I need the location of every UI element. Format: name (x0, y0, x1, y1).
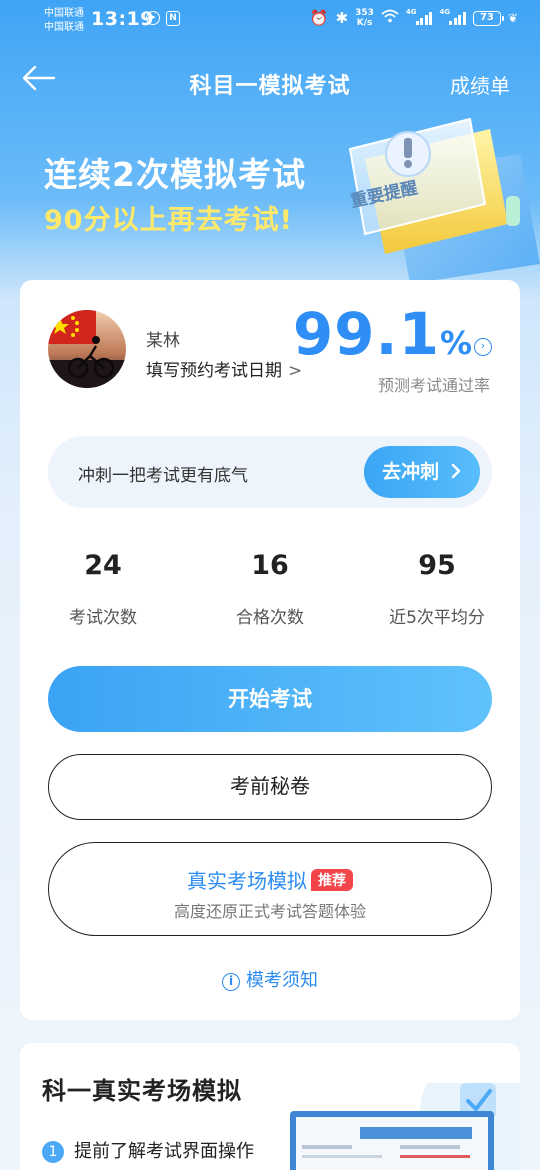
signal-1-icon: 4G (405, 8, 433, 25)
alarm-icon: ⏰ (309, 9, 329, 27)
stat-pass-count: 16 合格次数 (190, 550, 350, 628)
sprint-button[interactable]: 去冲刺 (364, 446, 480, 498)
avatar-image (48, 310, 126, 388)
stat-average-score: 95 近5次平均分 (357, 550, 517, 628)
status-time: 13:19 (91, 8, 154, 30)
status-left-icons: ▶ N (146, 11, 180, 26)
pass-rate-value: 99.1 (292, 300, 440, 368)
exam-date-link[interactable]: 填写预约考试日期 > (146, 356, 302, 381)
stat-label: 考试次数 (69, 608, 137, 628)
carrier-2: 中国联通 (44, 22, 84, 33)
user-name: 某林 (146, 331, 180, 351)
reminder-illustration: 重要提醒 (349, 117, 540, 284)
status-right-icons: ⏰ ✱ 353 K/s 4G 4G 73 ❦ (310, 8, 518, 28)
net-speed-value: 353 (355, 8, 374, 18)
pass-rate: 99.1% › (293, 302, 492, 366)
pass-rate-unit: % (439, 324, 472, 362)
pass-rate-detail-icon[interactable]: › (474, 338, 492, 356)
secret-paper-button[interactable]: 考前秘卷 (48, 754, 492, 820)
start-exam-button[interactable]: 开始考试 (48, 666, 492, 732)
carrier-labels: 中国联通 中国联通 (44, 7, 84, 35)
net-speed-unit: K/s (356, 18, 373, 28)
play-icon: ▶ (146, 11, 160, 25)
banner-headline: 连续2次模拟考试 (44, 155, 306, 194)
exam-summary-card: 某林 填写预约考试日期 > 99.1% › 预测考试通过率 冲刺一把考试更有底气 去… (20, 280, 520, 1020)
avatar[interactable] (48, 310, 126, 388)
sprint-text: 冲刺一把考试更有底气 (78, 466, 248, 486)
real-exam-intro-card: 科一真实考场模拟 1 提前了解考试界面操作 (20, 1043, 520, 1170)
status-bar: 中国联通 中国联通 13:19 ▶ N ⏰ ✱ 353 K/s 4G 4G 73… (0, 0, 540, 44)
real-exam-title-row: 真实考场模拟 推荐 (49, 865, 491, 894)
exam-date-label: 填写预约考试日期 (146, 361, 282, 381)
chevron-right-icon (451, 463, 461, 479)
signal-1-tag: 4G (405, 8, 417, 16)
score-report-link[interactable]: 成绩单 (450, 70, 510, 99)
step-number: 1 (42, 1141, 64, 1163)
stat-value: 16 (251, 550, 289, 581)
signal-2-tag: 4G (439, 8, 451, 16)
carrier-1: 中国联通 (44, 8, 84, 19)
nav-bar: 科目一模拟考试 成绩单 (0, 58, 540, 106)
stat-value: 95 (418, 550, 456, 581)
sprint-button-label: 去冲刺 (382, 461, 440, 483)
real-exam-subtitle: 高度还原正式考试答题体验 (173, 902, 366, 921)
signal-2-icon: 4G (439, 8, 466, 25)
stat-label: 近5次平均分 (389, 608, 485, 628)
stat-value: 24 (84, 550, 122, 581)
wifi-icon (381, 9, 399, 27)
banner-subheadline: 90分以上再去考试! (44, 205, 293, 236)
step-text: 提前了解考试界面操作 (74, 1141, 254, 1162)
stat-label: 合格次数 (236, 608, 304, 628)
pass-rate-label: 预测考试通过率 (377, 376, 490, 395)
nfc-icon: N (166, 11, 180, 26)
section-title: 科一真实考场模拟 (42, 1077, 242, 1105)
real-exam-simulation-button[interactable]: 真实考场模拟 推荐 高度还原正式考试答题体验 (48, 842, 492, 936)
battery-icon: 73 (472, 10, 504, 26)
leaf-icon: ❦ (507, 11, 518, 25)
bluetooth-icon: ✱ (335, 9, 349, 27)
exam-notice-link[interactable]: i 模考须知 (20, 966, 520, 992)
recommend-badge: 推荐 (311, 869, 353, 891)
stat-exam-count: 24 考试次数 (23, 550, 183, 628)
step-item: 1 提前了解考试界面操作 (42, 1137, 254, 1163)
sprint-banner: 冲刺一把考试更有底气 去冲刺 (48, 436, 492, 508)
net-speed: 353 K/s (355, 8, 374, 28)
exam-screen-illustration (290, 1083, 520, 1170)
exam-notice-label: 模考须知 (246, 970, 318, 991)
real-exam-title: 真实考场模拟 (187, 869, 307, 893)
info-icon: i (222, 973, 240, 991)
